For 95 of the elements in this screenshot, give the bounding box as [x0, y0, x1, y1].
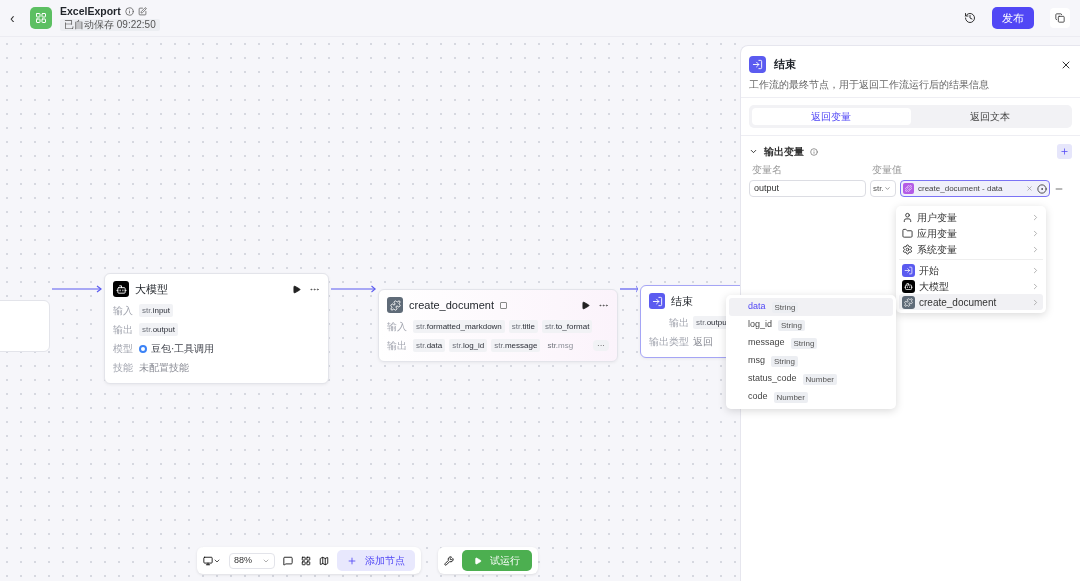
panel-title: 结束	[774, 57, 796, 73]
connector-arrow	[331, 285, 376, 293]
variable-tag: str.log_id	[449, 339, 488, 352]
zoom-select[interactable]: 88%	[229, 552, 275, 569]
type-tag: String	[771, 301, 799, 313]
variable-tag: str.to_format	[541, 320, 593, 333]
monitor-icon[interactable]	[203, 555, 221, 566]
row-label: 技能	[113, 361, 134, 374]
minimap-icon[interactable]	[319, 555, 329, 566]
puzzle-icon	[387, 297, 403, 314]
menu-item[interactable]: 开始	[899, 262, 1043, 278]
row-label: 输出	[668, 316, 689, 329]
badge-icon	[500, 301, 507, 309]
row-label: 输出	[387, 339, 408, 352]
autosave-status: 已自动保存 09:22:50	[60, 19, 160, 31]
type-tag: String	[771, 355, 798, 367]
menu-item[interactable]: 大模型	[899, 278, 1043, 294]
run-icon[interactable]	[292, 284, 301, 294]
app-title: ExcelExport	[60, 5, 121, 18]
variable-tag: str.data	[413, 339, 446, 352]
plus-icon	[347, 555, 357, 566]
variable-tag: str.formatted_markdown	[413, 320, 505, 333]
column-header: 变量值	[872, 163, 902, 177]
info-icon[interactable]	[810, 147, 818, 156]
bot-icon	[113, 281, 129, 298]
bot-icon	[902, 279, 915, 293]
model-value: 豆包·工具调用	[151, 342, 215, 355]
row-value: 未配置技能	[139, 361, 189, 374]
name-field[interactable]: output	[749, 180, 866, 197]
exit-icon	[649, 293, 665, 310]
menu-item[interactable]: 用户变量	[899, 209, 1043, 225]
variable-tag: str.title	[508, 320, 538, 333]
menu-item[interactable]: 系统变量	[899, 241, 1043, 257]
add-button[interactable]	[1057, 144, 1072, 159]
variable-tag: str.message	[491, 339, 541, 352]
type-tag: String	[778, 319, 805, 331]
row-label: 输入	[387, 320, 408, 333]
field-item[interactable]: status_code Number	[729, 370, 893, 388]
history-icon[interactable]	[964, 12, 976, 24]
add-node-button[interactable]: 添加节点	[337, 550, 415, 571]
tab[interactable]: 返回变量	[752, 108, 911, 125]
column-header: 变量名	[752, 163, 783, 177]
tab[interactable]: 返回文本	[910, 108, 1069, 125]
variable-tag: str.output	[139, 323, 178, 336]
row-label: 输入	[113, 304, 134, 317]
field-item[interactable]: data String	[729, 298, 893, 316]
variable-tag: str.input	[139, 304, 174, 317]
publish-button[interactable]: 发布	[992, 7, 1034, 29]
run-icon[interactable]	[581, 300, 590, 310]
menu-item[interactable]: create_document	[899, 294, 1043, 310]
field-item[interactable]: code Number	[729, 388, 893, 406]
type-tag: String	[790, 337, 818, 349]
workflow-node[interactable]: create_document 输入 str.formatted_markdown str.title str.to_format 输出 str.data str.log_id str.message str.msg ···	[378, 289, 618, 362]
node-title: create_document	[409, 298, 494, 313]
exit-icon	[749, 56, 766, 73]
window-button[interactable]	[1050, 8, 1070, 28]
chevron-icon	[883, 185, 891, 192]
play-icon	[474, 556, 482, 565]
workflow-node[interactable]	[0, 300, 50, 352]
row-label: 模型	[113, 342, 134, 355]
puzzle-icon	[903, 183, 914, 194]
node-title: 结束	[671, 294, 693, 309]
exit-icon	[902, 263, 915, 277]
section-title: 输出变量	[764, 145, 804, 159]
row-label: 输出类型	[649, 335, 689, 348]
type-tag: Number	[802, 373, 837, 385]
type-tag: Number	[773, 391, 808, 403]
node-title: 大模型	[135, 282, 168, 297]
panel-description: 工作流的最终节点，用于返回工作流运行后的结果信息	[749, 79, 990, 91]
user-icon	[902, 211, 913, 223]
app-logo-icon	[30, 7, 52, 29]
variable-tag: str.msg	[544, 339, 577, 352]
reference-field[interactable]: create_document - data	[900, 180, 1050, 197]
back-button[interactable]: ‹	[10, 7, 22, 29]
type-select[interactable]: str.	[870, 180, 896, 197]
wrench-icon[interactable]	[444, 555, 454, 566]
connector-arrow	[620, 285, 638, 293]
plus-icon	[1060, 147, 1069, 156]
more-tag[interactable]: ···	[593, 340, 609, 351]
settings-icon	[902, 243, 913, 255]
edit-icon[interactable]	[137, 7, 147, 16]
chevron-icon[interactable]	[749, 147, 758, 156]
model-icon	[139, 344, 147, 353]
puzzle-icon	[902, 295, 915, 309]
row-value: 返回	[693, 335, 713, 348]
target-icon[interactable]	[1037, 183, 1047, 194]
workflow-node[interactable]: 大模型 输入 str.input 输出 str.output 模型 豆包·工具调用 技能 未配置技能	[104, 273, 329, 384]
info-icon[interactable]	[124, 7, 134, 16]
row-label: 输出	[113, 323, 134, 336]
connector-arrow	[52, 285, 102, 293]
folder-icon	[902, 227, 913, 239]
layout-icon[interactable]	[301, 555, 311, 566]
menu-item[interactable]: 应用变量	[899, 225, 1043, 241]
comment-icon[interactable]	[283, 555, 293, 566]
copy-icon	[1055, 13, 1065, 23]
